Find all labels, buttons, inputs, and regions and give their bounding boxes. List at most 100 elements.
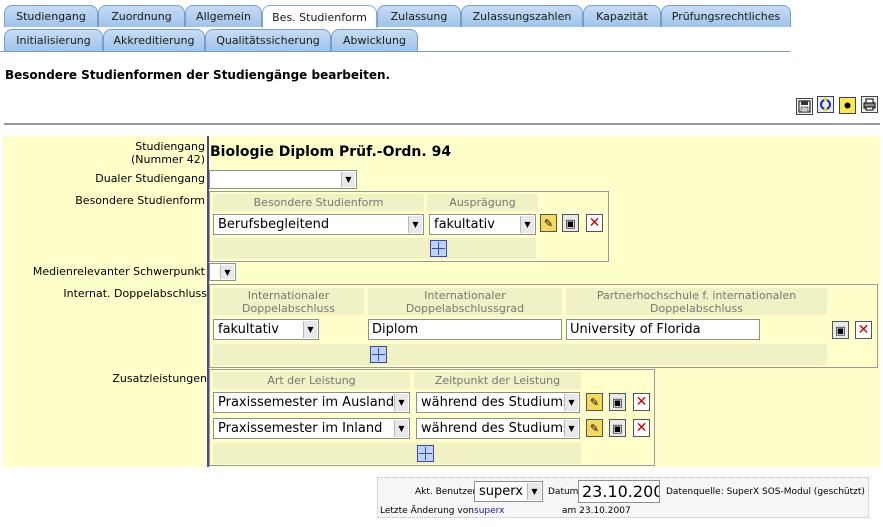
add-row-button[interactable]	[430, 240, 447, 257]
save-icon: ▣	[612, 421, 623, 435]
chevron-down-icon: ▼	[394, 420, 408, 437]
add-row-button[interactable]	[370, 346, 387, 363]
edit-button[interactable]: ✎	[586, 393, 603, 411]
zeitpunkt-value: während des Studiums	[421, 421, 570, 436]
tab-allgemein[interactable]: Allgemein	[185, 5, 262, 27]
tab-akkreditierung[interactable]: Akkreditierung	[103, 29, 205, 51]
tab-bar-divider	[0, 51, 790, 52]
chevron-down-icon: ▼	[527, 483, 541, 500]
bes-studienform-label: Besondere Studienform	[75, 194, 205, 207]
internat-col3-header: Partnerhochschule f. internationalen Dop…	[566, 288, 827, 315]
benutzer-label: Akt. Benutzer	[415, 487, 477, 497]
tab-studiengang[interactable]: Studiengang	[4, 5, 98, 27]
art-value: Praxissemester im Inland	[218, 421, 383, 436]
datum-value: 23.10.2007	[582, 482, 659, 501]
auspraegung-value: fakultativ	[434, 217, 495, 232]
internat-col1-line1: Internationaler	[247, 288, 330, 302]
save-icon: ▣	[565, 216, 576, 230]
internat-col3-line1: Partnerhochschule f. internationalen	[596, 288, 797, 302]
doppelabschlussgrad-input[interactable]: Diplom	[368, 319, 562, 340]
art-select[interactable]: Praxissemester im Inland ▼	[213, 418, 410, 439]
chevron-down-icon: ▼	[341, 172, 355, 187]
tab-zulassungszahlen[interactable]: Zulassungszahlen	[461, 5, 583, 27]
dualer-select[interactable]: ▼	[209, 170, 357, 189]
delete-button[interactable]: ✕	[633, 393, 650, 411]
print-icon[interactable]	[861, 96, 878, 113]
pencil-icon: ✎	[543, 216, 554, 230]
delete-icon: ✕	[588, 215, 601, 231]
partnerhochschule-input[interactable]: University of Florida	[566, 319, 760, 340]
bes-col-header: Besondere Studienform	[213, 194, 424, 211]
delete-icon: ✕	[857, 322, 870, 338]
zeitpunkt-select[interactable]: während des Studiums ▼	[416, 392, 580, 413]
dualer-label: Dualer Studiengang	[95, 172, 205, 185]
letzte-aenderung-user-link[interactable]: superx	[474, 506, 504, 516]
letzte-aenderung-label: Letzte Änderung von	[380, 506, 474, 516]
tab-zuordnung[interactable]: Zuordnung	[98, 5, 185, 27]
save-button[interactable]: ▣	[609, 419, 626, 437]
tab-zulassung[interactable]: Zulassung	[377, 5, 461, 27]
medien-label: Medienrelevanter Schwerpunkt	[32, 265, 205, 278]
edit-button[interactable]: ✎	[586, 419, 603, 437]
delete-button[interactable]: ✕	[855, 321, 872, 339]
zusatz-add-row	[213, 443, 581, 464]
studiengang-value: Biologie Diplom Prüf.-Ordn. 94	[210, 144, 452, 160]
internat-label: Internat. Doppelabschluss	[63, 287, 207, 300]
save-icon: ▣	[612, 395, 623, 409]
chevron-down-icon: ▼	[564, 420, 578, 437]
refresh-icon[interactable]	[817, 96, 834, 113]
doppelabschluss-value: fakultativ	[218, 322, 279, 337]
partnerhochschule-value: University of Florida	[570, 322, 701, 337]
benutzer-select[interactable]: superx ▼	[474, 481, 543, 502]
art-col-header: Art der Leistung	[213, 372, 410, 389]
datum-label: Datum	[548, 487, 579, 497]
doppelabschlussgrad-value: Diplom	[372, 322, 419, 337]
chevron-down-icon: ▼	[303, 321, 317, 338]
internat-add-row	[213, 344, 827, 365]
studiengang-label: Studiengang	[135, 140, 205, 153]
chevron-down-icon: ▼	[394, 394, 408, 411]
save-button[interactable]: ▣	[609, 393, 626, 411]
delete-button[interactable]: ✕	[586, 214, 603, 232]
doppelabschluss-select[interactable]: fakultativ ▼	[213, 319, 319, 340]
add-row-button[interactable]	[417, 445, 434, 462]
header-divider	[4, 123, 880, 125]
pencil-icon: ✎	[589, 421, 600, 435]
chevron-down-icon: ▼	[408, 216, 422, 233]
art-select[interactable]: Praxissemester im Ausland ▼	[213, 392, 410, 413]
art-value: Praxissemester im Ausland	[218, 395, 395, 410]
tab-abwicklung[interactable]: Abwicklung	[331, 29, 418, 51]
record-icon[interactable]	[839, 97, 856, 114]
save-icon: ▣	[835, 323, 846, 337]
medien-select[interactable]: ▼	[209, 263, 236, 281]
internat-col2-header: Internationaler Doppelabschlussgrad	[368, 288, 562, 315]
internat-col1-line2: Doppelabschluss	[242, 301, 335, 315]
zeitpunkt-value: während des Studiums	[421, 395, 570, 410]
tab-qualitaetssicherung[interactable]: Qualitätssicherung	[205, 29, 331, 51]
zeitpunkt-col-header: Zeitpunkt der Leistung	[414, 372, 581, 389]
bes-add-row	[213, 238, 536, 259]
datum-input[interactable]: 23.10.2007	[578, 480, 660, 503]
auspraegung-select[interactable]: fakultativ ▼	[429, 214, 536, 235]
nummer-label: (Nummer 42)	[131, 153, 205, 166]
benutzer-value: superx	[479, 484, 523, 499]
save-button[interactable]: ▣	[562, 214, 579, 232]
delete-icon: ✕	[635, 420, 648, 436]
internat-col3-line2: Doppelabschluss	[650, 301, 743, 315]
chevron-down-icon: ▼	[220, 265, 234, 279]
chevron-down-icon: ▼	[520, 216, 534, 233]
tab-bes-studienform[interactable]: Bes. Studienform	[262, 5, 377, 28]
bes-form-select[interactable]: Berufsbegleitend ▼	[213, 214, 424, 235]
zeitpunkt-select[interactable]: während des Studiums ▼	[416, 418, 580, 439]
page-title: Besondere Studienformen der Studiengänge…	[5, 68, 391, 82]
save-icon[interactable]	[796, 98, 813, 115]
zusatz-label: Zusatzleistungen	[112, 372, 207, 385]
edit-button[interactable]: ✎	[540, 214, 557, 232]
tab-kapazitaet[interactable]: Kapazität	[583, 5, 661, 27]
bes-form-value: Berufsbegleitend	[218, 217, 330, 232]
delete-button[interactable]: ✕	[633, 419, 650, 437]
tab-initialisierung[interactable]: Initialisierung	[4, 29, 103, 51]
tab-pruefungsrechtliches[interactable]: Prüfungsrechtliches	[661, 5, 791, 27]
delete-icon: ✕	[635, 394, 648, 410]
save-button[interactable]: ▣	[832, 321, 849, 339]
